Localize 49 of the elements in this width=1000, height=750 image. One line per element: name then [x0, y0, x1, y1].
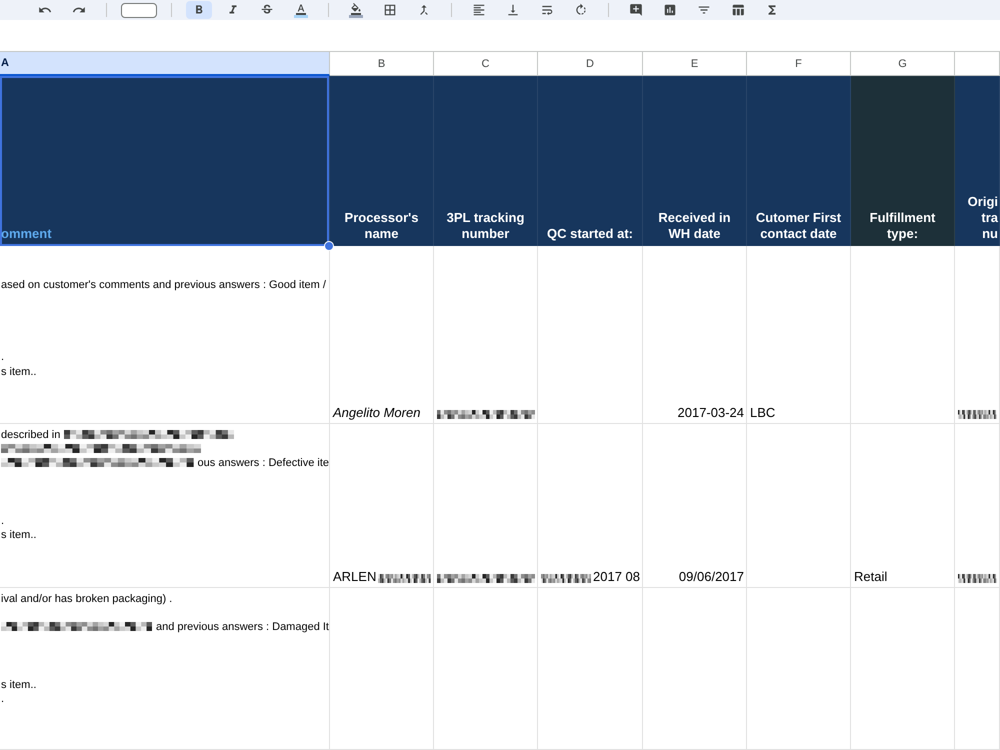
rotate-icon [574, 3, 588, 17]
cell-text: LBC [750, 405, 776, 421]
cell-text: . [1, 515, 4, 528]
add-comment-icon [629, 3, 643, 17]
bold-button[interactable] [186, 1, 212, 19]
table-icon [731, 3, 745, 17]
header-label: Origi tra nu [968, 194, 998, 242]
header-label: 3PL tracking number [446, 210, 524, 242]
column-header[interactable]: G [851, 52, 955, 76]
fill-handle-icon[interactable] [324, 241, 334, 251]
paint-bucket-icon [350, 2, 362, 14]
wrap-text-icon [540, 3, 554, 17]
column-header[interactable]: D [538, 52, 643, 76]
cell-text: s item.. [1, 529, 36, 542]
header-label: QC started at: [547, 226, 633, 242]
pixelated-redaction [958, 410, 997, 419]
text-color-icon [295, 2, 307, 14]
cell-text: 2017 08 [593, 569, 640, 585]
cell-text: ival and/or has broken packaging) . [1, 592, 172, 606]
pixelated-redaction [541, 574, 591, 583]
cell-text: described in [1, 428, 60, 442]
align-left-icon [472, 3, 486, 17]
column-header[interactable]: B [330, 52, 434, 76]
header-label: Cutomer First contact date [756, 210, 842, 242]
cell-text: and previous answers : Damaged It [156, 621, 329, 634]
bar-chart-icon [663, 3, 677, 17]
column-header[interactable]: F [747, 52, 851, 76]
cell-text: . [1, 351, 4, 364]
pixelated-redaction [378, 574, 431, 583]
cell-text: ous answers : Defective ite [198, 457, 329, 470]
cell-text: 09/06/2017 [678, 569, 744, 585]
column-header[interactable]: E [643, 52, 747, 76]
cell-text: ARLEN [333, 569, 376, 585]
cell-text: Retail [854, 569, 888, 585]
cell-text: . [1, 693, 4, 706]
cell-text: s item.. [1, 366, 36, 379]
cell-text: 2017-03-24 [678, 405, 744, 421]
cell-text: s item.. [1, 679, 36, 692]
column-header[interactable]: A [0, 52, 330, 76]
header-label: Fulfillment type: [870, 210, 936, 242]
header-label: Processor's name [344, 210, 418, 242]
font-size-field[interactable] [121, 2, 157, 18]
pixelated-redaction [958, 574, 997, 583]
column-header[interactable]: C [434, 52, 538, 76]
cell-text: ased on customer's comments and previous answers : Good item / [1, 279, 326, 292]
header-label: Received in WH date [658, 210, 731, 242]
cell-text: Angelito Moren [333, 405, 420, 421]
borders-icon [383, 3, 397, 17]
align-bottom-icon [506, 3, 520, 17]
